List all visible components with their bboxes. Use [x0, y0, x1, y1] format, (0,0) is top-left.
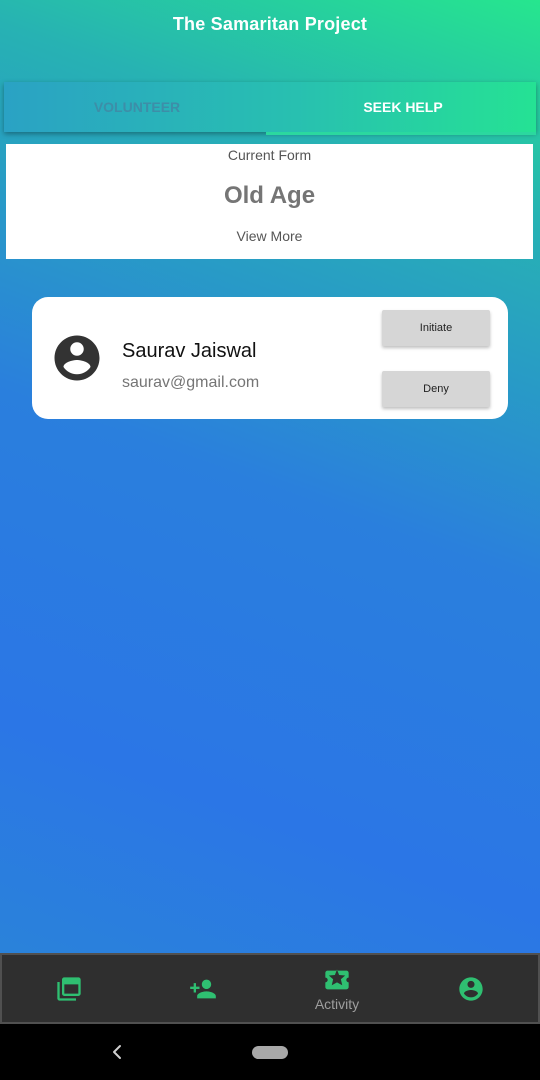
current-form-caption: Current Form: [227, 147, 312, 163]
app-title: The Samaritan Project: [172, 14, 368, 34]
tab-volunteer[interactable]: VOLUNTEER: [4, 82, 270, 132]
nav-item-add-person[interactable]: [136, 955, 270, 1022]
current-form-card: Current Form Old Age View More: [6, 144, 533, 259]
view-more-link[interactable]: View More: [6, 228, 533, 244]
home-pill[interactable]: [252, 1046, 288, 1059]
help-request-card: Saurav Jaiswal saurav@gmail.com Initiate…: [32, 297, 508, 419]
account-circle-icon: [459, 976, 483, 1001]
requester-email: saurav@gmail.com: [122, 374, 260, 391]
collections-icon: [57, 976, 81, 1001]
initiate-button[interactable]: Initiate: [382, 310, 490, 346]
current-form-name: Old Age: [223, 182, 316, 209]
bottom-navigation: Activity: [0, 953, 540, 1024]
tab-indicator: [266, 132, 536, 135]
requester-name: Saurav Jaiswal: [122, 340, 257, 362]
deny-button[interactable]: Deny: [382, 371, 490, 407]
back-chevron-icon[interactable]: [108, 1041, 126, 1063]
app-screen: The Samaritan Project VOLUNTEER SEEK HEL…: [0, 0, 540, 1024]
system-navigation-bar: [0, 1024, 540, 1080]
person-add-icon: [190, 979, 216, 998]
tab-bar: VOLUNTEER SEEK HELP: [4, 82, 536, 132]
tab-seek-help[interactable]: SEEK HELP: [270, 82, 536, 132]
nav-label-activity: Activity: [314, 995, 360, 1012]
nav-item-activity[interactable]: Activity: [270, 955, 404, 1022]
account-circle-icon: [54, 335, 100, 381]
ticket-star-icon: [325, 969, 349, 989]
nav-item-profile[interactable]: [404, 955, 538, 1022]
nav-item-gallery[interactable]: [2, 955, 136, 1022]
